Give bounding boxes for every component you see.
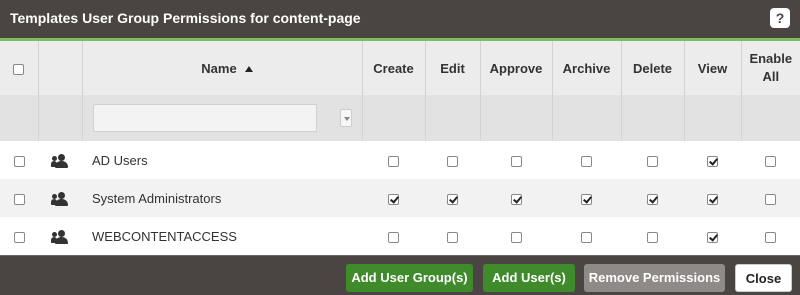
dialog-title: Templates User Group Permissions for con… xyxy=(10,10,361,26)
remove-permissions-button[interactable]: Remove Permissions xyxy=(584,264,725,292)
filter-cell xyxy=(621,95,685,141)
select-all-checkbox[interactable] xyxy=(13,63,25,75)
dialog-footer: Add User Group(s) Add User(s) Remove Per… xyxy=(0,255,800,295)
archive-checkbox[interactable] xyxy=(581,231,592,243)
edit-checkbox[interactable] xyxy=(447,231,458,243)
create-checkbox[interactable] xyxy=(388,231,399,243)
create-checkbox[interactable] xyxy=(388,155,399,167)
approve-column-header: Approve xyxy=(480,41,553,95)
filter-cell xyxy=(362,95,426,141)
filter-cell-icon xyxy=(38,95,83,141)
group-name: WEBCONTENTACCESS xyxy=(92,228,237,244)
edit-column-header: Edit xyxy=(425,41,481,95)
group-name: System Administrators xyxy=(82,179,362,217)
approve-checkbox[interactable] xyxy=(510,231,522,243)
sort-ascending-icon xyxy=(244,66,253,73)
filter-cell xyxy=(684,95,742,141)
archive-checkbox[interactable] xyxy=(581,193,592,205)
approve-checkbox[interactable] xyxy=(510,155,522,167)
edit-checkbox[interactable] xyxy=(447,193,458,205)
delete-checkbox[interactable] xyxy=(647,155,658,167)
filter-cell xyxy=(425,95,481,141)
name-column-header[interactable]: Name xyxy=(82,41,363,95)
filter-cell xyxy=(552,95,622,141)
name-filter-cell xyxy=(82,95,363,141)
table-row[interactable]: AD Users xyxy=(0,141,800,179)
filter-cell-select xyxy=(0,95,39,141)
view-checkbox[interactable] xyxy=(707,231,718,243)
user-group-icon xyxy=(51,229,69,244)
edit-checkbox[interactable] xyxy=(447,155,458,167)
archive-checkbox[interactable] xyxy=(581,155,592,167)
user-group-icon xyxy=(51,191,69,206)
view-column-header: View xyxy=(684,41,742,95)
close-button[interactable]: Close xyxy=(735,264,792,292)
icon-header xyxy=(38,41,83,95)
filter-cell xyxy=(480,95,553,141)
name-filter-input[interactable] xyxy=(92,104,317,132)
view-checkbox[interactable] xyxy=(707,155,718,167)
row-select-checkbox[interactable] xyxy=(13,155,25,167)
row-select-checkbox[interactable] xyxy=(13,231,25,243)
add-user-group-button[interactable]: Add User Group(s) xyxy=(346,264,473,292)
dialog-titlebar: Templates User Group Permissions for con… xyxy=(0,0,800,38)
delete-checkbox[interactable] xyxy=(647,193,658,205)
row-select-checkbox[interactable] xyxy=(13,193,25,205)
enable-all-column-header: Enable All xyxy=(741,41,800,95)
create-checkbox[interactable] xyxy=(388,193,399,205)
create-column-header: Create xyxy=(362,41,426,95)
enable-all-checkbox[interactable] xyxy=(765,155,776,167)
help-icon[interactable]: ? xyxy=(770,8,790,28)
filter-cell xyxy=(741,95,800,141)
enable-all-checkbox[interactable] xyxy=(765,193,776,205)
table-row[interactable]: System Administrators xyxy=(0,179,800,217)
user-group-icon xyxy=(51,153,69,168)
select-all-cell xyxy=(0,41,39,95)
delete-column-header: Delete xyxy=(621,41,685,95)
name-header-label: Name xyxy=(201,60,237,76)
add-user-button[interactable]: Add User(s) xyxy=(483,264,575,292)
approve-checkbox[interactable] xyxy=(510,193,522,205)
enable-all-checkbox[interactable] xyxy=(765,231,776,243)
permissions-table: Name Create Edit Approve Archive Delete … xyxy=(0,41,800,255)
delete-checkbox[interactable] xyxy=(647,231,658,243)
group-name: AD Users xyxy=(92,152,148,168)
table-row[interactable]: WEBCONTENTACCESS xyxy=(0,217,800,255)
view-checkbox[interactable] xyxy=(707,193,718,205)
filter-dropdown-icon[interactable] xyxy=(339,109,352,127)
archive-column-header: Archive xyxy=(552,41,622,95)
